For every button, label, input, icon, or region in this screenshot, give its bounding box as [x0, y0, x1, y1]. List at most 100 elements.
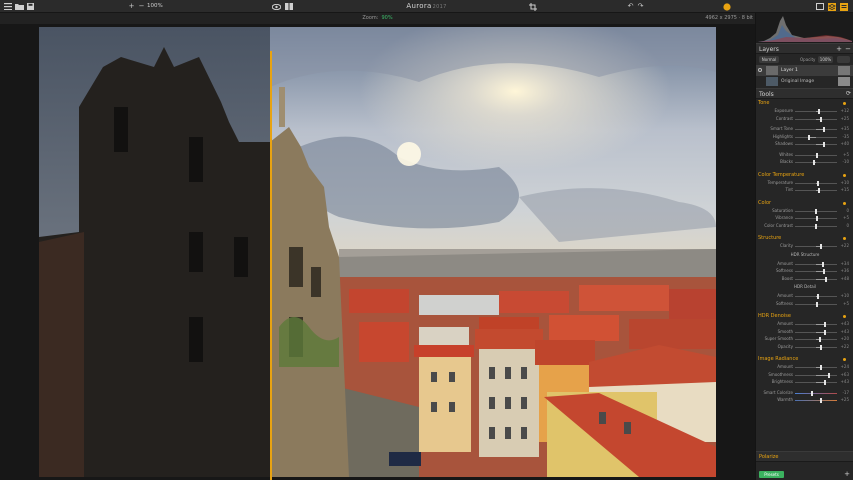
- slider-value[interactable]: +43: [841, 379, 849, 384]
- slider-row[interactable]: Color Contrast 0: [756, 223, 853, 230]
- tools-toolbar-icon[interactable]: [839, 2, 848, 11]
- slider-row[interactable]: Smart Colorize -17: [756, 390, 853, 397]
- layer-item[interactable]: Layer 1: [756, 65, 853, 76]
- remove-layer-icon[interactable]: −: [845, 45, 851, 53]
- slider-row[interactable]: Vibrance +5: [756, 215, 853, 222]
- slider-handle[interactable]: [817, 180, 820, 186]
- slider-handle[interactable]: [818, 188, 821, 193]
- slider-value[interactable]: +43: [841, 321, 849, 326]
- group-enabled-icon[interactable]: [843, 201, 846, 205]
- slider-row[interactable]: Super Smooth +20: [756, 336, 853, 343]
- layers-toolbar-icon[interactable]: [827, 2, 836, 11]
- slider-value[interactable]: +5: [843, 152, 849, 157]
- layer-item[interactable]: Original Image: [756, 76, 853, 87]
- slider-handle[interactable]: [817, 294, 820, 299]
- slider-handle[interactable]: [815, 208, 817, 214]
- slider-value[interactable]: +25: [841, 397, 849, 402]
- slider-row[interactable]: Boost +48: [756, 276, 853, 283]
- slider-row[interactable]: Amount +34: [756, 261, 853, 268]
- slider-handle[interactable]: [807, 134, 810, 140]
- undo-icon[interactable]: ↶: [626, 2, 635, 11]
- slider-handle[interactable]: [816, 216, 819, 221]
- slider-handle[interactable]: [819, 337, 822, 342]
- slider-value[interactable]: +34: [841, 261, 849, 266]
- slider-handle[interactable]: [816, 301, 819, 307]
- slider-row[interactable]: Smooth +43: [756, 329, 853, 336]
- reset-tools-icon[interactable]: ⟳: [846, 90, 851, 97]
- slider-row[interactable]: Clarity +22: [756, 243, 853, 250]
- slider-row[interactable]: Highlights -35: [756, 134, 853, 141]
- slider-value[interactable]: +5: [843, 215, 849, 220]
- single-view-icon[interactable]: [815, 2, 824, 11]
- slider-value[interactable]: +12: [841, 108, 849, 113]
- slider-handle[interactable]: [828, 372, 831, 378]
- layers-header[interactable]: Layers + −: [756, 43, 853, 54]
- group-enabled-icon[interactable]: [843, 237, 846, 240]
- slider-handle[interactable]: [825, 276, 828, 282]
- slider-handle[interactable]: [823, 322, 826, 327]
- group-title[interactable]: Color Temperature: [758, 172, 804, 178]
- slider-value[interactable]: +10: [841, 293, 849, 298]
- slider-row[interactable]: Softness +36: [756, 268, 853, 275]
- slider-handle[interactable]: [823, 329, 826, 335]
- slider-value[interactable]: +36: [841, 268, 849, 273]
- slider-handle[interactable]: [822, 269, 825, 274]
- slider-handle[interactable]: [812, 160, 815, 165]
- slider-row[interactable]: Contrast +25: [756, 116, 853, 123]
- zoom-value[interactable]: 90%: [381, 15, 392, 21]
- slider-handle[interactable]: [823, 142, 826, 147]
- slider-handle[interactable]: [818, 109, 821, 114]
- layer-opacity-field[interactable]: 100%: [818, 56, 833, 63]
- slider-handle[interactable]: [816, 152, 819, 158]
- slider-value[interactable]: -35: [842, 134, 849, 139]
- sub-group-title[interactable]: HDR Structure: [756, 252, 853, 257]
- before-after-divider[interactable]: [270, 51, 272, 480]
- slider-value[interactable]: +5: [843, 301, 849, 306]
- slider-track[interactable]: [795, 400, 837, 401]
- slider-row[interactable]: Whites +5: [756, 152, 853, 159]
- slider-handle[interactable]: [822, 261, 825, 267]
- group-enabled-icon[interactable]: [843, 173, 846, 177]
- slider-value[interactable]: +35: [841, 126, 849, 131]
- group-title[interactable]: Image Radiance: [758, 356, 798, 362]
- slider-value[interactable]: +43: [841, 329, 849, 334]
- slider-value[interactable]: 0: [846, 223, 849, 228]
- crop-icon[interactable]: [528, 2, 537, 11]
- group-title[interactable]: HDR Denoise: [758, 313, 791, 319]
- slider-row[interactable]: Temperature +10: [756, 180, 853, 187]
- add-layer-icon[interactable]: +: [836, 45, 842, 53]
- slider-handle[interactable]: [815, 223, 817, 229]
- slider-value[interactable]: +25: [841, 116, 849, 121]
- slider-value[interactable]: +20: [841, 336, 849, 341]
- blend-mode-select[interactable]: Normal: [759, 56, 779, 63]
- slider-row[interactable]: Amount +43: [756, 321, 853, 328]
- slider-handle[interactable]: [811, 390, 814, 396]
- slider-track[interactable]: [795, 392, 837, 394]
- slider-value[interactable]: +48: [841, 276, 849, 281]
- redo-icon[interactable]: ↷: [636, 2, 645, 11]
- slider-row[interactable]: Exposure +12: [756, 108, 853, 115]
- group-title[interactable]: Structure: [758, 235, 781, 241]
- slider-handle[interactable]: [823, 380, 826, 385]
- slider-handle[interactable]: [820, 116, 823, 122]
- image-canvas[interactable]: [0, 24, 755, 480]
- slider-value[interactable]: +10: [841, 180, 849, 185]
- slider-row[interactable]: Shadows +40: [756, 141, 853, 148]
- group-enabled-icon[interactable]: [843, 358, 846, 361]
- slider-handle[interactable]: [822, 127, 825, 132]
- slider-row[interactable]: Brightness +43: [756, 379, 853, 386]
- slider-handle[interactable]: [820, 398, 823, 403]
- slider-handle[interactable]: [820, 365, 823, 370]
- polarize-header[interactable]: Polarize: [756, 451, 853, 462]
- slider-row[interactable]: Amount +10: [756, 293, 853, 300]
- slider-row[interactable]: Smoothness +63: [756, 372, 853, 379]
- slider-value[interactable]: -17: [842, 390, 849, 395]
- slider-row[interactable]: Saturation 0: [756, 208, 853, 215]
- slider-value[interactable]: +15: [841, 187, 849, 192]
- slider-value[interactable]: +40: [841, 141, 849, 146]
- add-preset-icon[interactable]: +: [844, 470, 850, 478]
- slider-value[interactable]: +22: [841, 243, 849, 248]
- slider-row[interactable]: Tint +15: [756, 187, 853, 194]
- group-title[interactable]: Color: [758, 200, 771, 206]
- photo-preview[interactable]: [39, 27, 716, 477]
